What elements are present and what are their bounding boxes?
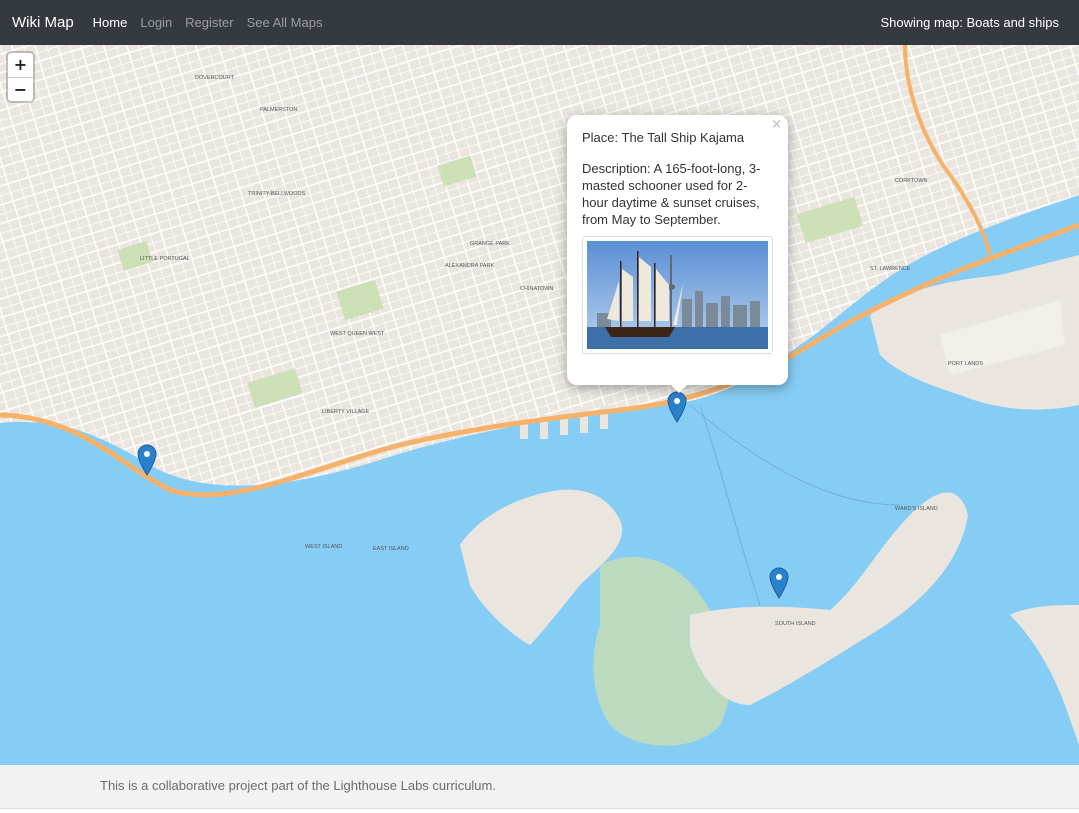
map-marker-icon[interactable] [137,444,157,476]
navbar: Wiki Map Home Login Register See All Map… [0,0,1079,45]
current-map-status: Showing map: Boats and ships [880,15,1060,30]
nav-all-maps-link[interactable]: See All Maps [247,15,323,30]
popup-tip [670,384,688,393]
footer-text: This is a collaborative project part of … [100,778,496,793]
map-tiles[interactable]: DOVERCOURT LITTLE PORTUGAL ALEXANDRA PAR… [0,45,1079,765]
footer: This is a collaborative project part of … [0,765,1079,809]
tall-ship-photo [582,236,773,354]
svg-text:WARD'S ISLAND: WARD'S ISLAND [895,506,938,512]
svg-text:LITTLE PORTUGAL: LITTLE PORTUGAL [140,256,190,262]
nav-register-link[interactable]: Register [185,15,233,30]
svg-text:TRINITY-BELLWOODS: TRINITY-BELLWOODS [248,191,305,197]
svg-text:EAST ISLAND: EAST ISLAND [373,546,409,552]
map-marker-icon[interactable] [667,391,687,423]
map-container[interactable]: DOVERCOURT LITTLE PORTUGAL ALEXANDRA PAR… [0,45,1079,765]
svg-text:WEST ISLAND: WEST ISLAND [305,544,342,550]
svg-text:WEST QUEEN WEST: WEST QUEEN WEST [330,331,385,337]
popup-description: Description: A 165-foot-long, 3-masted s… [582,161,761,227]
svg-text:LIBERTY VILLAGE: LIBERTY VILLAGE [322,409,370,415]
brand-logo[interactable]: Wiki Map [12,14,74,31]
zoom-out-button[interactable]: − [8,77,33,101]
svg-text:PALMERSTON: PALMERSTON [260,107,297,113]
zoom-control: + − [8,53,33,101]
tall-ship-photo-image [587,241,768,349]
nav-login-link[interactable]: Login [140,15,172,30]
nav-home-link[interactable]: Home [93,15,128,30]
map-marker-icon[interactable] [769,567,789,599]
svg-text:ST. LAWRENCE: ST. LAWRENCE [870,266,911,272]
svg-text:CORKTOWN: CORKTOWN [895,178,928,184]
svg-text:ALEXANDRA PARK: ALEXANDRA PARK [445,263,494,269]
zoom-in-button[interactable]: + [8,53,33,77]
popup-close-button[interactable]: × [771,116,782,133]
popup-place: Place: The Tall Ship Kajama [582,130,745,145]
svg-text:PORT LANDS: PORT LANDS [948,361,983,367]
svg-text:SOUTH ISLAND: SOUTH ISLAND [775,621,816,627]
marker-popup: × Place: The Tall Ship Kajama Descriptio… [567,115,788,385]
svg-text:GRANGE PARK: GRANGE PARK [470,241,510,247]
svg-text:CHINATOWN: CHINATOWN [520,286,553,292]
svg-text:DOVERCOURT: DOVERCOURT [195,75,235,81]
